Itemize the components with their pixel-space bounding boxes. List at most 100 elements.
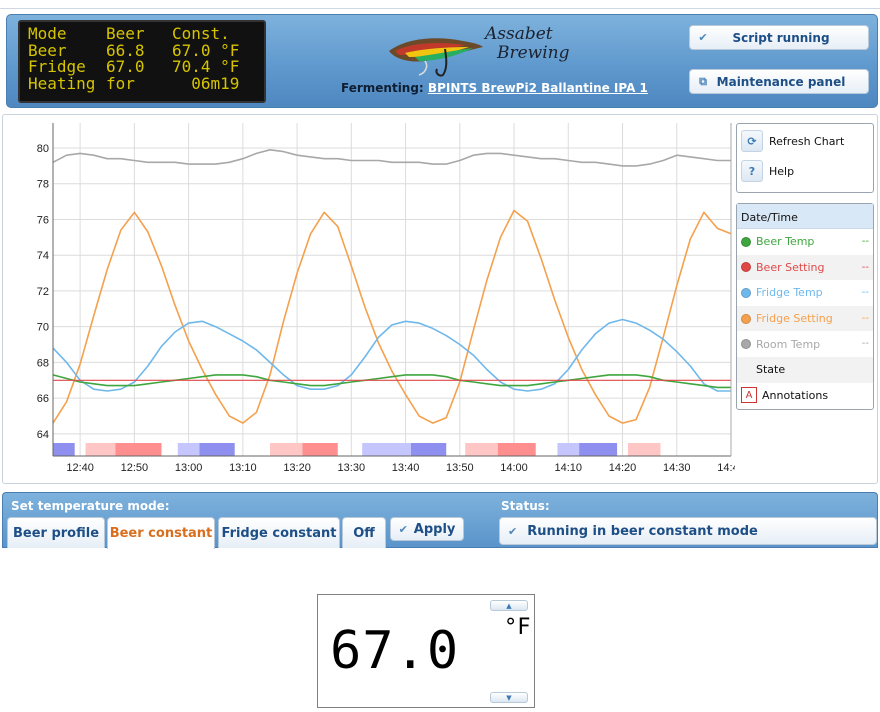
script-running-button[interactable]: ✔ Script running	[689, 25, 869, 50]
fermenting-label: Fermenting:	[341, 81, 424, 95]
legend-item[interactable]: Fridge Setting --	[737, 305, 873, 332]
y-tick-label: 68	[37, 357, 49, 369]
x-tick-label: 13:30	[338, 462, 366, 474]
legend-label: Room Temp	[756, 337, 821, 351]
y-tick-label: 78	[37, 179, 49, 191]
help-button[interactable]: ? Help	[741, 158, 869, 184]
state-band	[302, 443, 338, 456]
state-band	[410, 443, 447, 456]
refresh-chart-label: Refresh Chart	[769, 134, 845, 148]
legend-value: --	[861, 287, 869, 299]
state-band	[497, 443, 536, 456]
tab-label: Beer profile	[12, 525, 100, 541]
y-tick-label: 70	[37, 322, 49, 334]
legend-item[interactable]: Fridge Temp --	[737, 280, 873, 306]
legend-value: --	[861, 261, 869, 273]
x-tick-label: 13:00	[175, 462, 203, 474]
y-tick-label: 72	[37, 286, 49, 298]
legend-item[interactable]: Beer Setting --	[737, 254, 873, 281]
legend-swatch	[741, 262, 751, 273]
series-line	[52, 374, 731, 389]
y-tick-label: 80	[37, 143, 49, 155]
state-band	[627, 443, 661, 456]
state-band	[557, 443, 580, 456]
mode-panel: Set temperature mode: Status: Beer profi…	[2, 492, 878, 549]
x-tick-label: 14:30	[663, 462, 691, 474]
status-title: Status:	[501, 499, 550, 513]
series-line	[52, 209, 732, 424]
status-text: Running in beer constant mode	[527, 523, 758, 539]
state-band	[579, 443, 618, 456]
state-band	[269, 443, 303, 456]
legend-item[interactable]: A Annotations	[737, 383, 873, 409]
legend-value: --	[861, 236, 869, 247]
x-tick-label: 13:40	[392, 462, 420, 474]
help-label: Help	[769, 164, 795, 178]
tab-beer-constant[interactable]: Beer constant	[107, 517, 215, 549]
legend-label: Annotations	[762, 388, 829, 402]
state-band	[85, 443, 116, 456]
y-tick-label: 76	[37, 214, 49, 226]
tab-label: Beer constant	[109, 526, 213, 541]
check-icon: ✔	[398, 522, 408, 536]
brand-name: Assabet Brewing	[485, 25, 570, 63]
lcd-cell: 06m19	[172, 73, 240, 93]
legend-value: --	[861, 338, 869, 350]
apply-label: Apply	[413, 521, 456, 537]
legend-label: Beer Temp	[756, 235, 815, 249]
refresh-icon: ⟳	[741, 130, 763, 152]
help-icon: ?	[741, 160, 763, 182]
x-tick-label: 14:00	[500, 462, 528, 474]
series-line	[52, 148, 731, 167]
legend-value: --	[861, 312, 869, 324]
fly-lure-icon	[389, 38, 483, 77]
header-bar: Mode Beer Const. Beer 66.8 67.0 °F Fridg…	[6, 14, 878, 108]
lcd-display: Mode Beer Const. Beer 66.8 67.0 °F Fridg…	[18, 20, 266, 103]
tab-fridge-constant[interactable]: Fridge constant	[218, 517, 340, 548]
y-tick-label: 74	[37, 250, 49, 262]
legend-item[interactable]: Beer Temp --	[737, 229, 873, 255]
state-band	[362, 443, 411, 456]
tab-beer-profile[interactable]: Beer profile	[7, 517, 105, 548]
tab-label: Fridge constant	[221, 525, 337, 541]
window-icon: ⧉	[699, 74, 707, 88]
brand-logo: Assabet Brewing	[385, 21, 570, 79]
refresh-chart-button[interactable]: ⟳ Refresh Chart	[741, 128, 869, 154]
check-icon: ✔	[698, 31, 708, 44]
script-running-label: Script running	[732, 30, 830, 45]
legend-item[interactable]: Room Temp --	[737, 331, 873, 357]
legend-label: Fridge Setting	[756, 312, 833, 326]
x-tick-label: 13:20	[283, 462, 311, 474]
x-tick-label: 14:20	[609, 462, 637, 474]
y-tick-label: 64	[37, 429, 49, 441]
check-icon: ✔	[508, 524, 518, 538]
temperature-chart[interactable]: 64 66 68 70 72 74 76 78 80 12:40 12:50 13:00 13:10 13…	[3, 115, 735, 483]
tab-off[interactable]: Off	[342, 517, 386, 548]
x-tick-label: 13:50	[446, 462, 474, 474]
y-tick-label: 66	[37, 393, 49, 405]
decrease-button[interactable]: ▼	[490, 692, 528, 703]
maintenance-panel-label: Maintenance panel	[716, 74, 846, 89]
brand-name-line: Assabet	[485, 24, 553, 44]
temperature-value[interactable]: 67.0	[330, 621, 459, 681]
state-band	[115, 443, 162, 456]
state-band	[53, 443, 75, 456]
chevron-down-icon: ▼	[506, 693, 512, 702]
tab-label: Off	[353, 525, 375, 541]
apply-button[interactable]: ✔ Apply	[390, 517, 464, 541]
fermenting-info: Fermenting: BPINTS BrewPi2 Ballantine IP…	[341, 81, 648, 95]
chart-controls: ⟳ Refresh Chart ? Help	[736, 123, 874, 193]
legend-item[interactable]: State	[737, 356, 873, 383]
increase-button[interactable]: ▲	[490, 600, 528, 611]
lcd-cell: for	[106, 73, 135, 93]
temperature-unit: °F	[504, 615, 531, 640]
x-tick-label: 12:50	[121, 462, 149, 474]
beer-name-link[interactable]: BPINTS BrewPi2 Ballantine IPA 1	[428, 81, 648, 95]
maintenance-panel-button[interactable]: ⧉ Maintenance panel	[689, 69, 869, 94]
annotation-icon: A	[741, 387, 757, 404]
x-tick-label: 12:40	[66, 462, 94, 474]
mode-title: Set temperature mode:	[11, 499, 170, 513]
legend-label: Beer Setting	[756, 260, 825, 274]
chart-panel: 64 66 68 70 72 74 76 78 80 12:40 12:50 13:00 13:10 13…	[2, 114, 878, 484]
state-band	[199, 443, 235, 456]
